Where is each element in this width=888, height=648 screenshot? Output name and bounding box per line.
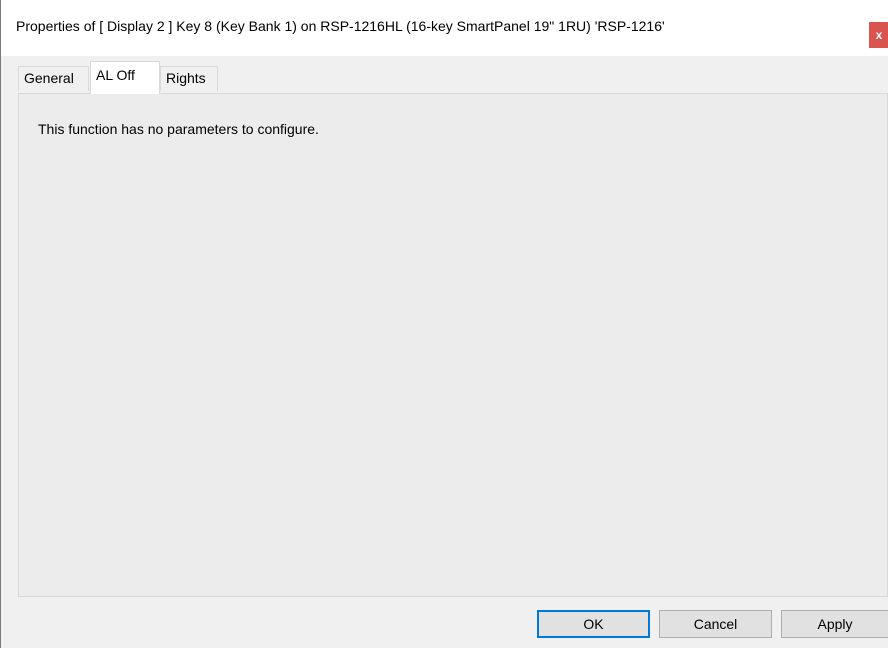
tab-strip: General AL Off Rights (1, 56, 888, 94)
tab-al-off[interactable]: AL Off (90, 61, 160, 94)
title-bar: Properties of [ Display 2 ] Key 8 (Key B… (1, 0, 888, 56)
window-title: Properties of [ Display 2 ] Key 8 (Key B… (16, 18, 665, 34)
properties-dialog: Properties of [ Display 2 ] Key 8 (Key B… (0, 0, 888, 648)
tab-label: Rights (166, 70, 206, 86)
tab-label: AL Off (96, 67, 135, 83)
close-icon: x (875, 28, 883, 42)
tab-general[interactable]: General (18, 66, 89, 91)
ok-button[interactable]: OK (537, 610, 650, 638)
cancel-button[interactable]: Cancel (659, 610, 772, 638)
tab-label: General (24, 70, 74, 86)
tab-rights[interactable]: Rights (160, 66, 218, 91)
tab-panel: This function has no parameters to confi… (18, 93, 888, 597)
close-button[interactable]: x (869, 22, 888, 48)
apply-button[interactable]: Apply (781, 610, 888, 638)
no-parameters-message: This function has no parameters to confi… (38, 121, 319, 137)
